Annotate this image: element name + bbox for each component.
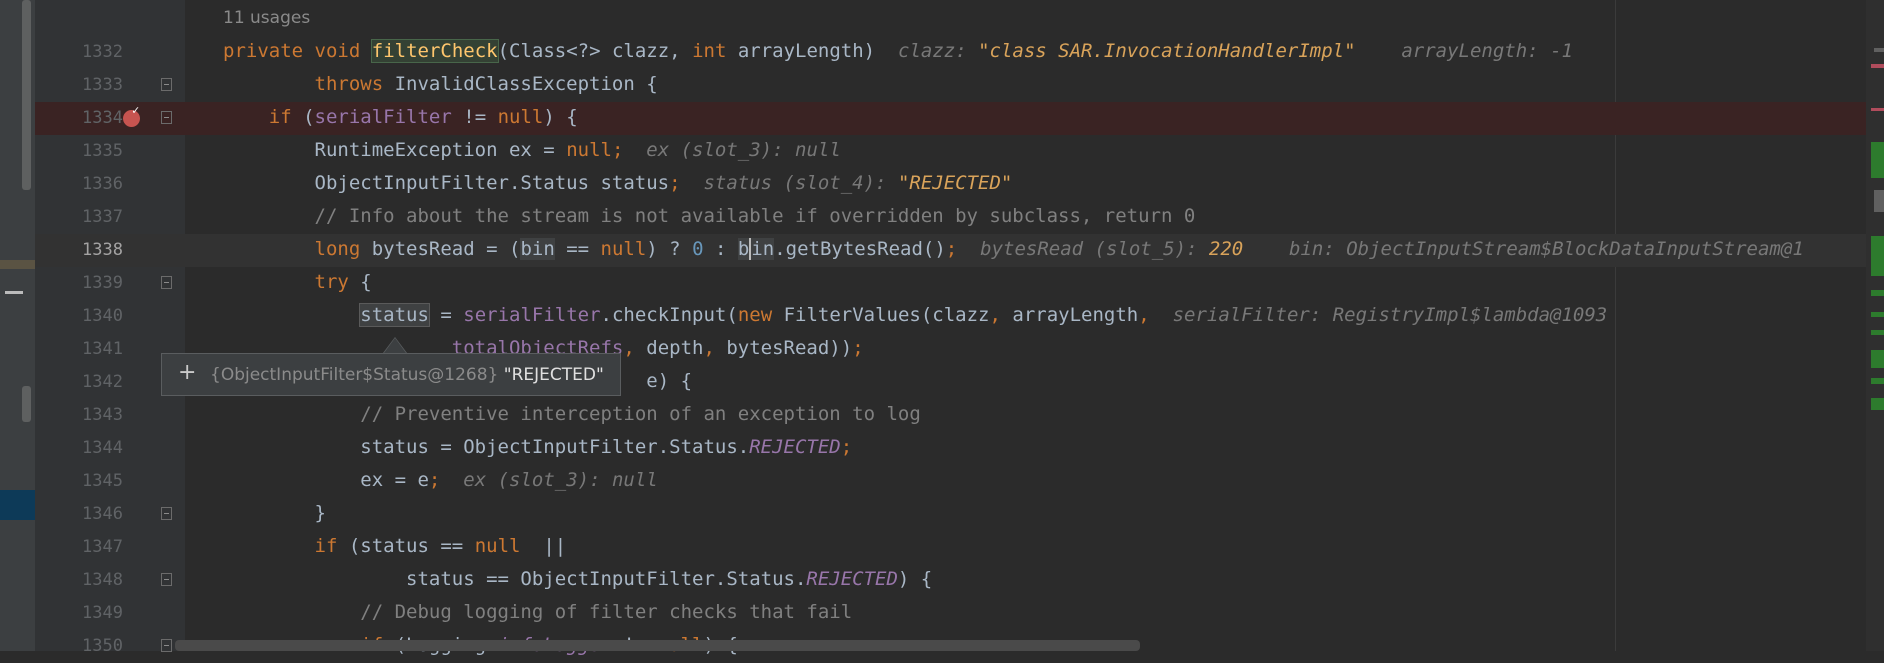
stripe-marker[interactable]: [1871, 350, 1884, 368]
selected-structure-item[interactable]: [0, 490, 35, 520]
structure-scroll-thumb-secondary[interactable]: [22, 386, 31, 422]
code-line[interactable]: 1348 status == ObjectInputFilter.Status.…: [35, 564, 1884, 597]
inline-debug-value: clazz:: [898, 40, 979, 62]
stripe-marker[interactable]: [1871, 236, 1884, 276]
fold-icon[interactable]: [161, 573, 172, 586]
line-number: 1342: [82, 372, 123, 392]
current-line[interactable]: 1338 long bytesRead = (bin == null) ? 0 …: [35, 234, 1884, 267]
line-number: 1349: [82, 603, 123, 623]
code-line[interactable]: 1340 status = serialFilter.checkInput(ne…: [35, 300, 1884, 333]
code-line[interactable]: 1339 try {: [35, 267, 1884, 300]
stripe-marker[interactable]: [1871, 142, 1884, 178]
breakpoint-icon[interactable]: [123, 103, 140, 127]
inline-debug-value: bytesRead (slot_5):: [980, 238, 1209, 260]
collapse-icon[interactable]: [5, 291, 23, 294]
expand-icon[interactable]: +: [178, 360, 196, 385]
line-number: 1336: [82, 174, 123, 194]
fold-icon[interactable]: [161, 111, 172, 124]
line-number: 1344: [82, 438, 123, 458]
stripe-marker[interactable]: [1871, 398, 1884, 410]
fold-icon[interactable]: [161, 507, 172, 520]
line-number: 1348: [82, 570, 123, 590]
stripe-marker[interactable]: [1871, 108, 1884, 111]
code-text: // Debug logging of filter checks that f…: [360, 601, 853, 623]
stripe-marker[interactable]: [1871, 64, 1884, 68]
code-text: // Info about the stream is not availabl…: [314, 205, 1196, 227]
inline-debug-value: serialFilter: RegistryImpl$lambda@1093: [1172, 304, 1608, 326]
inline-debug-value: ex (slot_3): null: [463, 469, 658, 491]
inline-debug-value: status (slot_4):: [703, 172, 898, 194]
line-number: 1335: [82, 141, 123, 161]
structure-scroll-thumb[interactable]: [22, 0, 31, 190]
line-number: 1347: [82, 537, 123, 557]
line-number: 1346: [82, 504, 123, 524]
line-number: 1341: [82, 339, 123, 359]
stripe-marker[interactable]: [1871, 290, 1884, 296]
line-number: 1340: [82, 306, 123, 326]
line-number: 1338: [82, 240, 123, 260]
code-text: private void filterCheck(Class<?> clazz,…: [223, 39, 1573, 63]
code-line[interactable]: 1349 // Debug logging of filter checks t…: [35, 597, 1884, 630]
text-caret: in: [749, 238, 775, 260]
code-text: // Preventive interception of an excepti…: [360, 403, 921, 425]
code-line[interactable]: 1332 private void filterCheck(Class<?> c…: [35, 36, 1884, 69]
stripe-marker[interactable]: [1871, 330, 1884, 335]
left-tool-strip: [0, 0, 35, 651]
line-number: 1332: [82, 42, 123, 62]
popup-value: {ObjectInputFilter$Status@1268} "REJECTE…: [210, 365, 604, 385]
fold-icon[interactable]: [161, 78, 172, 91]
stripe-marker[interactable]: [1871, 378, 1884, 384]
code-line[interactable]: 1344 status = ObjectInputFilter.Status.R…: [35, 432, 1884, 465]
code-text: }: [314, 502, 326, 524]
code-line[interactable]: 1346 }: [35, 498, 1884, 531]
method-name: filterCheck: [370, 39, 499, 63]
code-text: ex = e; ex (slot_3): null: [360, 469, 658, 491]
fold-icon[interactable]: [161, 276, 172, 289]
line-number: 1334: [82, 108, 123, 128]
code-line[interactable]: 1336 ObjectInputFilter.Status status; st…: [35, 168, 1884, 201]
fold-icon[interactable]: [161, 639, 172, 652]
usages-hint[interactable]: 11 usages: [223, 8, 310, 28]
debug-value-popup[interactable]: + {ObjectInputFilter$Status@1268} "REJEC…: [161, 353, 621, 396]
stripe-marker[interactable]: [1874, 190, 1884, 212]
stripe-marker[interactable]: [1871, 312, 1884, 317]
line-number: 1350: [82, 636, 123, 656]
breakpoint-line[interactable]: 1334 if (serialFilter != null) {: [35, 102, 1884, 135]
line-number: 1339: [82, 273, 123, 293]
code-text: status = serialFilter.checkInput(new Fil…: [359, 303, 1608, 327]
code-text: RuntimeException ex = null; ex (slot_3):…: [314, 139, 841, 161]
code-text: status == ObjectInputFilter.Status.REJEC…: [406, 568, 933, 590]
code-text: if (status == null ||: [314, 535, 567, 557]
code-line[interactable]: 1335 RuntimeException ex = null; ex (slo…: [35, 135, 1884, 168]
line-number: 1343: [82, 405, 123, 425]
code-text: status = ObjectInputFilter.Status.REJECT…: [360, 436, 853, 458]
code-text: ObjectInputFilter.Status status; status …: [314, 172, 1013, 194]
stripe-marker[interactable]: [1874, 48, 1884, 52]
code-text: long bytesRead = (bin == null) ? 0 : b in…: [314, 238, 1804, 260]
code-text: throws InvalidClassException {: [314, 73, 658, 95]
code-line[interactable]: 1347 if (status == null ||: [35, 531, 1884, 564]
popup-pointer: [383, 337, 407, 353]
inline-debug-value: ex (slot_3): null: [646, 139, 841, 161]
code-line[interactable]: 1343 // Preventive interception of an ex…: [35, 399, 1884, 432]
code-text: if (serialFilter != null) {: [268, 106, 578, 128]
hovered-symbol: status: [359, 303, 430, 327]
structure-highlight: [0, 260, 35, 269]
line-number: 1337: [82, 207, 123, 227]
horizontal-scrollbar[interactable]: [175, 640, 1140, 651]
code-line[interactable]: 1333 throws InvalidClassException {: [35, 69, 1884, 102]
code-text: try {: [314, 271, 372, 293]
line-number: 1333: [82, 75, 123, 95]
code-line[interactable]: 1337 // Info about the stream is not ava…: [35, 201, 1884, 234]
code-line[interactable]: 1345 ex = e; ex (slot_3): null: [35, 465, 1884, 498]
error-stripe[interactable]: [1866, 0, 1884, 651]
line-number: 1345: [82, 471, 123, 491]
